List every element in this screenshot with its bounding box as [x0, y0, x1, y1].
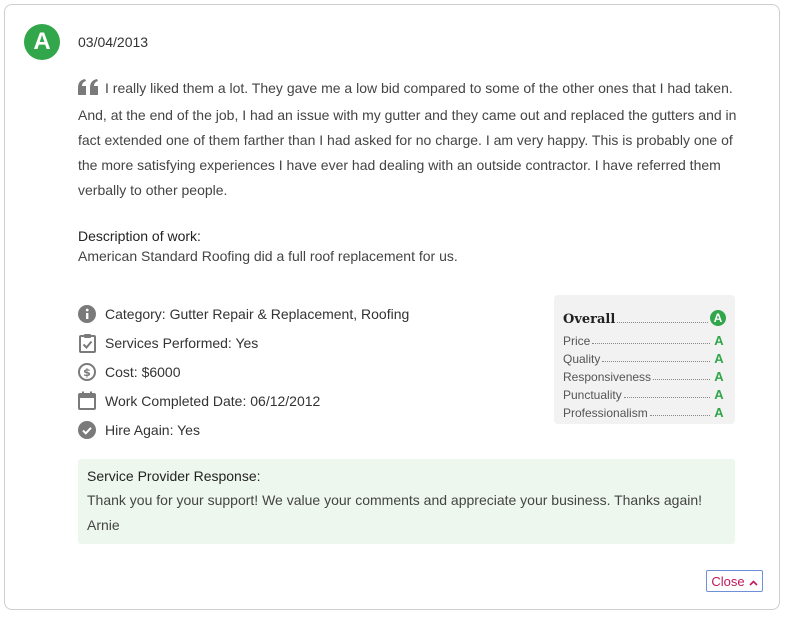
grade-responsiveness: Responsiveness A: [563, 366, 726, 384]
grade-value: A: [714, 369, 724, 384]
dot-leader: [602, 361, 710, 362]
overall-label: Overall: [563, 312, 616, 327]
review-text: I really liked them a lot. They gave me …: [78, 80, 737, 198]
chevron-up-icon: [749, 574, 758, 589]
response-signature: Arnie: [87, 517, 120, 533]
grades-panel: Overall A Price A Quality A Responsivene…: [554, 295, 735, 424]
grade-professionalism: Professionalism A: [563, 402, 726, 420]
services-text: Services Performed: Yes: [105, 334, 259, 351]
cost-text: Cost: $6000: [105, 363, 181, 380]
detail-hire-again: Hire Again: Yes: [78, 415, 409, 444]
detail-completed: Work Completed Date: 06/12/2012: [78, 386, 409, 415]
review-card: A 03/04/2013 I really liked them a lot. …: [4, 4, 780, 610]
clipboard-check-icon: [78, 333, 96, 353]
detail-category: Category: Gutter Repair & Replacement, R…: [78, 299, 409, 328]
grade-quality: Quality A: [563, 348, 726, 366]
grade-price: Price A: [563, 330, 726, 348]
quote-icon: [78, 78, 100, 103]
dot-leader: [592, 343, 710, 344]
grade-value: A: [714, 333, 724, 348]
hire-again-text: Hire Again: Yes: [105, 421, 200, 438]
dot-leader: [649, 415, 710, 416]
grade-value: A: [714, 387, 724, 402]
grade-label: Professionalism: [563, 406, 648, 420]
close-label: Close: [711, 573, 745, 589]
category-text: Category: Gutter Repair & Replacement, R…: [105, 305, 410, 322]
completed-text: Work Completed Date: 06/12/2012: [105, 392, 321, 409]
close-button[interactable]: Close: [706, 570, 763, 592]
description-text: American Standard Roofing did a full roo…: [78, 248, 458, 264]
grade-punctuality: Punctuality A: [563, 384, 726, 402]
info-icon: [78, 304, 96, 324]
check-circle-icon: [78, 420, 96, 440]
detail-cost: $ Cost: $6000: [78, 357, 409, 386]
grade-label: Quality: [563, 352, 601, 366]
detail-services: Services Performed: Yes: [78, 328, 409, 357]
grade-value: A: [714, 351, 724, 366]
provider-response: Service Provider Response: Thank you for…: [78, 459, 735, 544]
grade-overall: Overall A: [563, 303, 726, 327]
review-date: 03/04/2013: [78, 34, 149, 50]
grade-label: Responsiveness: [563, 370, 652, 384]
dot-leader: [653, 379, 710, 380]
grade-avatar: A: [24, 24, 60, 60]
calendar-icon: [78, 391, 96, 411]
grade-value: A: [714, 405, 724, 420]
dot-leader: [623, 397, 710, 398]
dot-leader: [617, 322, 708, 323]
grade-label: Punctuality: [563, 388, 622, 402]
review-details: Category: Gutter Repair & Replacement, R…: [78, 299, 409, 444]
response-title: Service Provider Response:: [87, 468, 261, 484]
svg-text:$: $: [83, 366, 91, 379]
dollar-icon: $: [78, 362, 96, 382]
overall-grade: A: [710, 310, 726, 326]
description-title: Description of work:: [78, 228, 201, 244]
response-text: Thank you for your support! We value you…: [87, 492, 703, 508]
grade-label: Price: [563, 334, 591, 348]
review-body: I really liked them a lot. They gave me …: [78, 76, 738, 203]
